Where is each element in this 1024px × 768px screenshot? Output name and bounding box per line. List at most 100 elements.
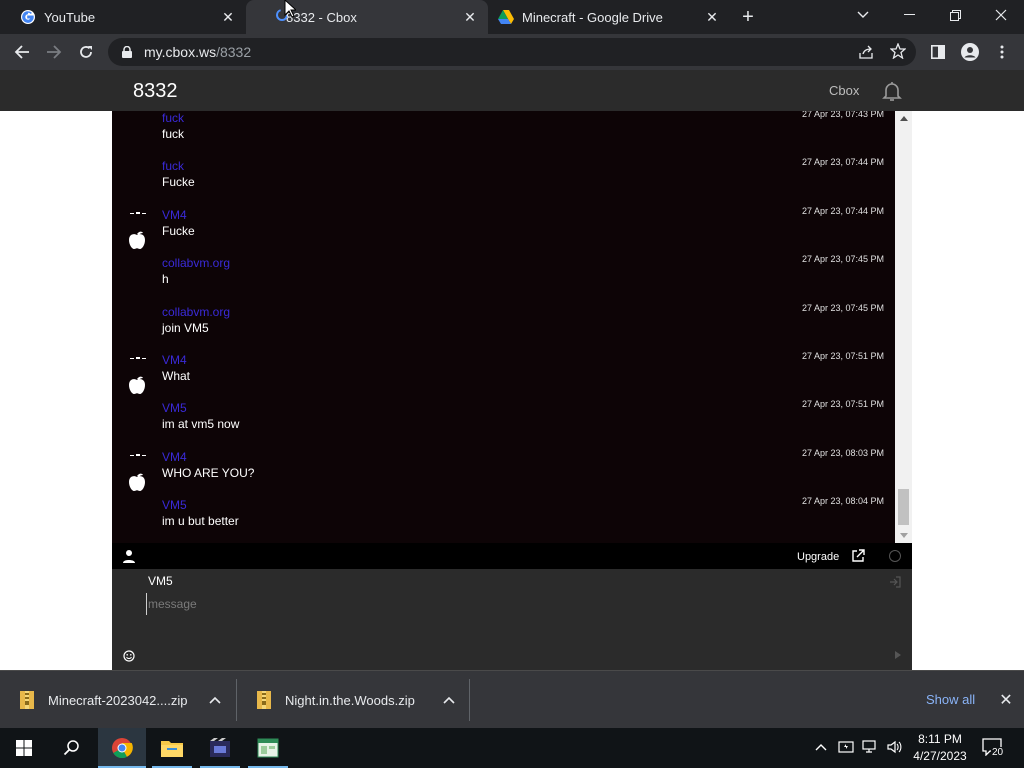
close-tab-icon[interactable]: ✕ (218, 7, 238, 27)
apple-avatar-icon[interactable] (126, 373, 148, 395)
close-tab-icon[interactable]: ✕ (460, 7, 480, 27)
username-label[interactable]: VM5 (148, 574, 173, 588)
address-bar[interactable]: my.cbox.ws/8332 (108, 38, 916, 66)
network-icon[interactable] (862, 739, 880, 758)
close-download-bar-icon[interactable]: ✕ (996, 690, 1016, 710)
bookmark-star-icon[interactable] (889, 42, 907, 64)
page-content: 8332 Cbox fuck fuck 27 Apr 23, 07:43 PM fuc… (0, 70, 1024, 670)
new-tab-button[interactable]: + (736, 6, 760, 28)
upgrade-link[interactable]: Upgrade (797, 551, 839, 563)
windows-start-icon[interactable] (0, 728, 48, 768)
battery-saver-icon[interactable] (838, 739, 856, 758)
profile-icon[interactable] (956, 38, 984, 66)
windows-taskbar: 8:11 PM 4/27/2023 20 (0, 728, 1024, 768)
message-input[interactable] (146, 593, 866, 615)
chrome-taskbar-icon[interactable] (98, 728, 146, 768)
message-text: What (162, 369, 191, 383)
download-item[interactable]: Minecraft-2023042....zip (0, 679, 236, 721)
message-text: Fucke (162, 223, 195, 238)
url-text: my.cbox.ws/8332 (144, 44, 252, 60)
zip-file-icon (257, 691, 271, 709)
bell-icon[interactable] (880, 79, 904, 103)
close-tab-icon[interactable]: ✕ (702, 7, 722, 27)
download-item[interactable]: Night.in.the.Woods.zip (237, 679, 469, 721)
message-author[interactable]: VM5 (162, 498, 187, 512)
box-name: 8332 (133, 80, 178, 102)
system-clock[interactable]: 8:11 PM 4/27/2023 (908, 731, 972, 765)
message-timestamp: 27 Apr 23, 07:51 PM (801, 351, 884, 361)
refresh-icon[interactable] (889, 550, 901, 562)
chat-scrollbar[interactable] (895, 111, 912, 543)
message-text: im u but better (162, 514, 239, 529)
minimize-icon[interactable] (886, 0, 932, 30)
message-timestamp: 27 Apr 23, 08:03 PM (801, 447, 884, 458)
browser-toolbar: my.cbox.ws/8332 (0, 34, 1024, 70)
apple-avatar-icon[interactable] (126, 228, 148, 250)
tab-title: YouTube (44, 9, 96, 25)
message-author[interactable]: collabvm.org (162, 305, 230, 319)
restore-icon[interactable] (932, 0, 978, 30)
forward-arrow-icon[interactable] (40, 38, 68, 66)
lock-icon[interactable] (120, 45, 134, 59)
message-text: fuck (162, 127, 185, 141)
message-timestamp: 27 Apr 23, 07:45 PM (801, 302, 884, 313)
zip-file-icon (20, 691, 34, 709)
message-timestamp: 27 Apr 23, 07:51 PM (801, 399, 884, 410)
download-bar: Minecraft-2023042....zip Night.in.the.Wo… (0, 670, 1024, 728)
emoji-icon[interactable] (123, 649, 135, 662)
message-timestamp: 27 Apr 23, 07:44 PM (801, 157, 884, 168)
message-list: fuck fuck 27 Apr 23, 07:43 PM fuck Fucke 27 A… (112, 111, 895, 543)
message-author[interactable]: VM4 (162, 450, 187, 464)
message-text: im at vm5 now (162, 417, 240, 432)
close-window-icon[interactable] (978, 0, 1024, 30)
message-author[interactable]: collabvm.org (162, 256, 230, 270)
tray-expand-chevron-icon[interactable] (815, 740, 827, 754)
message-author[interactable]: fuck (162, 159, 184, 173)
message-author[interactable]: VM4 (162, 353, 187, 367)
avatar-marker (130, 444, 146, 456)
message-author[interactable]: VM5 (162, 401, 187, 415)
download-filename: Night.in.the.Woods.zip (285, 692, 415, 708)
show-all-downloads-link[interactable]: Show all (926, 692, 975, 707)
clock-time: 8:11 PM (918, 732, 962, 746)
back-arrow-icon[interactable] (8, 38, 36, 66)
message-text: Fucke (162, 175, 195, 190)
message-timestamp: 27 Apr 23, 07:43 PM (801, 111, 884, 119)
chat-message: VM4 Fucke 27 Apr 23, 07:44 PM (112, 204, 895, 252)
file-explorer-icon[interactable] (148, 728, 196, 768)
notification-count-badge: 20 (991, 747, 1005, 758)
reload-icon[interactable] (72, 38, 100, 66)
chevron-up-icon[interactable] (207, 692, 223, 708)
chat-box: fuck fuck 27 Apr 23, 07:43 PM fuck Fucke 27 A… (112, 111, 912, 670)
message-author[interactable]: VM4 (162, 208, 187, 222)
chat-message: VM5 im at vm5 now 27 Apr 23, 07:51 PM (112, 397, 895, 445)
chevron-up-icon[interactable] (441, 692, 457, 708)
chat-message: collabvm.org join VM5 27 Apr 23, 07:45 PM (112, 301, 895, 349)
message-timestamp: 27 Apr 23, 08:04 PM (801, 496, 884, 507)
scroll-up-arrow-icon[interactable] (900, 116, 908, 121)
tab-google-drive[interactable]: Minecraft - Google Drive ✕ (488, 0, 730, 34)
volume-icon[interactable] (886, 739, 904, 758)
tab-youtube[interactable]: YouTube ✕ (0, 0, 246, 34)
tab-cbox[interactable]: 8332 - Cbox ✕ (246, 0, 488, 34)
scrollbar-thumb[interactable] (898, 489, 909, 525)
popout-icon[interactable] (851, 549, 865, 563)
sign-in-icon[interactable] (889, 575, 901, 588)
chat-message: collabvm.org h 27 Apr 23, 07:45 PM (112, 252, 895, 300)
menu-dots-icon[interactable] (988, 38, 1016, 66)
cbox-brand-link[interactable]: Cbox (829, 83, 859, 98)
share-icon[interactable] (858, 44, 874, 65)
side-panel-icon[interactable] (924, 38, 952, 66)
message-author[interactable]: fuck (162, 111, 184, 125)
tab-search-icon[interactable] (840, 0, 886, 30)
video-editor-icon[interactable] (196, 728, 244, 768)
app-window-icon[interactable] (244, 728, 292, 768)
scroll-down-arrow-icon[interactable] (900, 533, 908, 538)
apple-avatar-icon[interactable] (126, 470, 148, 492)
search-icon[interactable] (48, 728, 96, 768)
clock-date: 4/27/2023 (913, 749, 967, 763)
download-divider (469, 679, 470, 721)
send-arrow-icon[interactable] (895, 651, 901, 659)
chat-message: VM4 What 27 Apr 23, 07:51 PM (112, 349, 895, 397)
user-icon[interactable] (123, 549, 135, 563)
